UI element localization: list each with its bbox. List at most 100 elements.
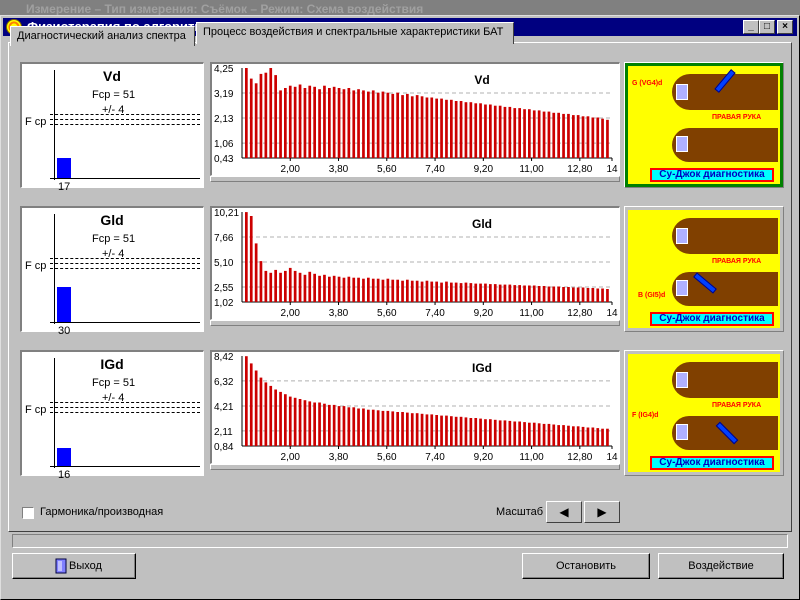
spectrum-bar bbox=[279, 272, 282, 302]
level-value: 16 bbox=[58, 469, 71, 481]
spectrum-bar bbox=[523, 109, 526, 158]
spectrum-bar bbox=[332, 86, 336, 158]
scale-decrease-button[interactable]: ◀ bbox=[546, 501, 582, 523]
thumb-bottom bbox=[676, 136, 688, 152]
spectrum-bar bbox=[347, 88, 351, 158]
average-line bbox=[50, 407, 200, 408]
spectrum-bar bbox=[542, 111, 546, 158]
spectrum-bar bbox=[445, 99, 448, 158]
thumb-top bbox=[676, 84, 688, 100]
spectrum-bar bbox=[450, 416, 453, 446]
spectrum-bar bbox=[415, 95, 419, 158]
maximize-button[interactable]: □ bbox=[759, 20, 775, 34]
fcp-value: Fcp = 51 bbox=[92, 89, 136, 101]
diagram-footer: Су-Джок диагностика bbox=[650, 168, 774, 182]
f-average-label: F ср bbox=[25, 260, 47, 272]
spectrum-bar bbox=[484, 104, 487, 158]
meridian-name: Gld bbox=[100, 212, 124, 228]
spectrum-bar bbox=[440, 98, 443, 158]
bat-diagram-frame[interactable]: G (VG4)d ПРАВАЯ РУКА Су-Джок диагностика bbox=[624, 62, 784, 188]
spectrum-bar bbox=[357, 277, 360, 302]
spectrum-bar bbox=[376, 92, 380, 158]
close-button[interactable]: × bbox=[777, 20, 793, 34]
spectrum-bar bbox=[293, 270, 297, 302]
spectrum-bar bbox=[303, 274, 307, 302]
harmonic-checkbox[interactable] bbox=[22, 507, 34, 519]
exit-button[interactable]: Выход bbox=[12, 553, 136, 579]
spectrum-bar bbox=[259, 73, 263, 158]
apply-button[interactable]: Воздействие bbox=[658, 553, 784, 579]
bat-diagram-frame[interactable]: F (IG4)d ПРАВАЯ РУКА Су-Джок диагностика bbox=[624, 350, 784, 476]
chart-scrollbar[interactable] bbox=[210, 464, 620, 470]
chart-title: Gld bbox=[472, 217, 492, 231]
x-tick-label: 12,80 bbox=[567, 164, 592, 174]
spectrum-bar bbox=[601, 118, 604, 158]
upper-limit-line bbox=[50, 402, 200, 403]
spectrum-bar bbox=[435, 415, 438, 446]
spectrum-bar bbox=[264, 270, 268, 302]
tab-spectrum-analysis[interactable]: Диагностический анализ спектра bbox=[10, 26, 195, 46]
spectrum-bar bbox=[528, 285, 531, 302]
spectrum-bar bbox=[469, 102, 473, 158]
spectrum-bar bbox=[528, 422, 531, 446]
spectrum-bar bbox=[293, 86, 297, 158]
stop-button[interactable]: Остановить bbox=[522, 553, 650, 579]
spectrum-bar bbox=[459, 283, 463, 302]
y-tick-label: 4,21 bbox=[214, 402, 234, 413]
spectrum-bar bbox=[284, 270, 287, 302]
spectrum-bar bbox=[489, 104, 492, 158]
chart-scrollbar[interactable] bbox=[210, 176, 620, 182]
point-label: B (GI5)d bbox=[638, 292, 666, 299]
minimize-button[interactable]: _ bbox=[743, 20, 759, 34]
tab-process-bat[interactable]: Процесс воздействия и спектральные харак… bbox=[196, 22, 514, 44]
thumb-top bbox=[676, 372, 688, 388]
spectrum-bar bbox=[454, 416, 458, 446]
spectrum-bar bbox=[410, 280, 414, 302]
spectrum-bar bbox=[552, 112, 556, 158]
spectrum-bar bbox=[298, 272, 302, 302]
x-tick-label: 11,00 bbox=[519, 452, 544, 462]
level-axis bbox=[54, 70, 55, 180]
spectrum-bar bbox=[254, 370, 258, 446]
spectrum-bar bbox=[386, 92, 390, 158]
spectrum-bar bbox=[381, 279, 385, 302]
bat-diagram-frame[interactable]: B (GI5)d ПРАВАЯ РУКА Су-Джок диагностика bbox=[624, 206, 784, 332]
f-average-label: F ср bbox=[25, 404, 47, 416]
spectrum-bar bbox=[557, 425, 560, 446]
x-tick-label: 11,00 bbox=[519, 308, 544, 318]
level-bar bbox=[57, 448, 71, 466]
chart-scrollbar[interactable] bbox=[210, 320, 620, 326]
spectrum-bar bbox=[479, 418, 482, 446]
bat-diagram: B (GI5)d ПРАВАЯ РУКА Су-Джок диагностика bbox=[628, 210, 780, 328]
spectrum-bar bbox=[420, 281, 424, 302]
spectrum-bar bbox=[440, 415, 443, 446]
spectrum-bar bbox=[249, 78, 253, 158]
spectrum-bar bbox=[606, 119, 609, 158]
y-tick-label: 7,66 bbox=[214, 233, 234, 244]
lower-limit-line bbox=[50, 412, 200, 413]
spectrum-bar bbox=[406, 93, 409, 158]
spectrum-bar bbox=[586, 116, 590, 158]
point-label: G (VG4)d bbox=[632, 80, 663, 87]
spectrum-bar bbox=[576, 426, 580, 446]
spectrum-bar bbox=[513, 108, 517, 158]
fcp-value: Fcp = 51 bbox=[92, 233, 136, 245]
spectrum-bar bbox=[415, 280, 419, 302]
spectrum-bar bbox=[572, 115, 575, 158]
spectrum-bar bbox=[371, 278, 375, 302]
spectrum-bar bbox=[406, 412, 409, 446]
y-tick-label: 8,42 bbox=[214, 352, 234, 363]
spectrum-bar bbox=[562, 425, 565, 446]
spectrum-bar bbox=[489, 419, 492, 446]
spectrum-bar bbox=[557, 286, 560, 302]
spectrum-bar bbox=[381, 91, 385, 158]
spectrum-bar bbox=[249, 216, 253, 302]
spectrum-bar bbox=[376, 278, 380, 302]
spectrum-bar bbox=[606, 428, 609, 446]
thumb-bottom bbox=[676, 424, 688, 440]
spectrum-bar bbox=[572, 287, 575, 302]
hand-label: ПРАВАЯ РУКА bbox=[712, 258, 762, 265]
scale-increase-button[interactable]: ▶ bbox=[584, 501, 620, 523]
spectrum-bar bbox=[332, 275, 336, 302]
x-tick-label: 14 bbox=[606, 164, 618, 174]
